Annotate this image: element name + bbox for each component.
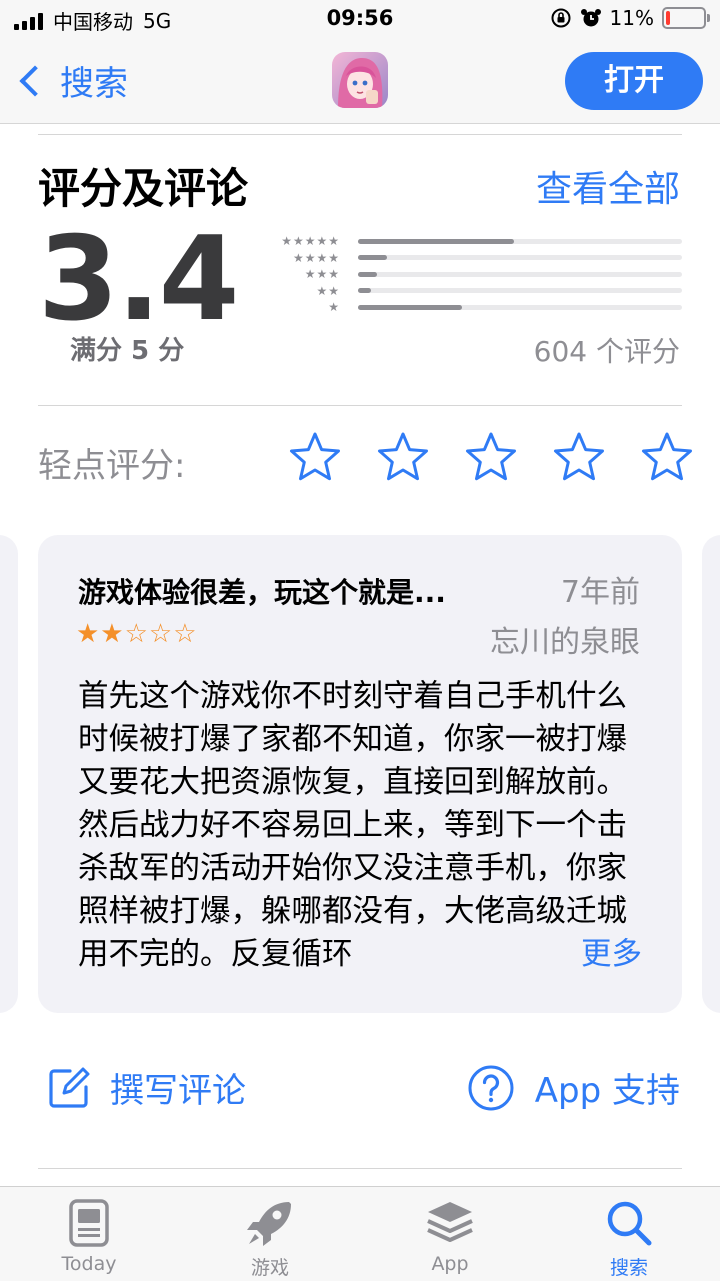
rating-row-stars: ★★★	[304, 267, 340, 282]
rating-row: ★★★	[260, 266, 682, 283]
star-outline-icon[interactable]	[552, 430, 606, 484]
review-title: 游戏体验很差，玩这个就是...	[78, 576, 446, 609]
rating-bar-fill	[358, 238, 514, 244]
more-link[interactable]: 更多	[577, 928, 642, 973]
tab-search[interactable]: 搜索	[569, 1197, 689, 1280]
rating-row: ★★★★	[260, 250, 682, 267]
tab-label: App	[431, 1253, 469, 1275]
tab-today[interactable]: Today	[29, 1197, 149, 1275]
rating-distribution: ★★★★★ ★★★★ ★★★ ★★ ★	[260, 233, 682, 316]
battery-icon	[662, 7, 710, 29]
tab-label: Today	[61, 1253, 117, 1275]
review-date: 7年前	[560, 575, 640, 610]
tab-apps[interactable]: App	[390, 1197, 510, 1275]
app-support-button[interactable]: App 支持	[467, 1063, 680, 1112]
rating-row: ★	[260, 299, 682, 316]
review-card[interactable]: 游戏体验很差，玩这个就是... 7年前 ★★☆☆☆ 忘川的泉眼 首先这个游戏你不…	[38, 535, 682, 1013]
app-support-label: App 支持	[534, 1071, 680, 1111]
orientation-lock-icon	[551, 8, 571, 28]
open-button[interactable]: 打开	[565, 52, 703, 110]
rating-row: ★★	[260, 283, 682, 300]
rating-bar	[358, 238, 682, 244]
star-outline-icon[interactable]	[640, 430, 694, 484]
tap-to-rate-stars	[288, 430, 694, 484]
previous-review-card[interactable]	[0, 535, 18, 1013]
star-outline-icon[interactable]	[376, 430, 430, 484]
average-rating: 3.4	[38, 212, 239, 347]
rating-bar-fill	[358, 304, 462, 310]
rating-bar-fill	[358, 288, 371, 294]
more-link-wrap: 更多	[517, 928, 642, 973]
ratings-section-title: 评分及评论	[38, 164, 249, 213]
app-icon	[332, 52, 388, 108]
battery-percent: 11%	[609, 6, 654, 30]
chevron-left-icon	[19, 64, 51, 97]
today-icon	[69, 1199, 109, 1247]
search-icon	[607, 1201, 652, 1246]
see-all-link[interactable]: 查看全部	[536, 160, 680, 212]
status-bar: 中国移动 5G 09:56 11%	[0, 0, 720, 40]
rating-bar-fill	[358, 271, 378, 277]
tab-label: 游戏	[250, 1257, 289, 1279]
star-outline-icon[interactable]	[288, 430, 342, 484]
rocket-icon	[247, 1202, 291, 1246]
out-of-label: 满分 5 分	[70, 336, 185, 366]
tab-bar: Today 游戏 App 搜索	[0, 1186, 720, 1281]
rating-bar	[358, 271, 682, 277]
rating-bar-fill	[358, 255, 388, 261]
divider	[38, 1168, 682, 1169]
rating-bar	[358, 304, 682, 310]
back-button[interactable]: 搜索	[16, 56, 128, 105]
tap-to-rate-label: 轻点评分:	[38, 446, 186, 486]
layers-icon	[427, 1202, 473, 1242]
write-review-button[interactable]: 撰写评论	[46, 1063, 246, 1112]
text-fade	[517, 929, 577, 972]
rating-bar	[358, 255, 682, 261]
review-stars: ★★☆☆☆	[76, 619, 198, 649]
rating-bar	[358, 288, 682, 294]
rating-row-stars: ★	[328, 300, 340, 315]
back-label: 搜索	[60, 64, 128, 104]
alarm-icon	[580, 9, 601, 27]
rating-row: ★★★★★	[260, 233, 682, 250]
divider	[38, 134, 682, 135]
rating-row-stars: ★★★★★	[281, 234, 340, 249]
next-review-card[interactable]	[702, 535, 720, 1013]
write-review-label: 撰写评论	[110, 1071, 246, 1111]
rating-count: 604 个评分	[533, 335, 680, 368]
divider	[38, 405, 682, 406]
compose-icon	[49, 1067, 90, 1108]
tab-label: 搜索	[609, 1257, 648, 1279]
question-circle-icon	[468, 1065, 514, 1110]
rating-row-stars: ★★★★	[292, 250, 340, 265]
review-author: 忘川的泉眼	[490, 625, 640, 660]
star-outline-icon[interactable]	[464, 430, 518, 484]
tab-games[interactable]: 游戏	[210, 1197, 330, 1280]
rating-row-stars: ★★	[316, 283, 340, 298]
navigation-bar: 搜索 打开	[0, 40, 720, 124]
battery-level-fill	[666, 11, 670, 25]
